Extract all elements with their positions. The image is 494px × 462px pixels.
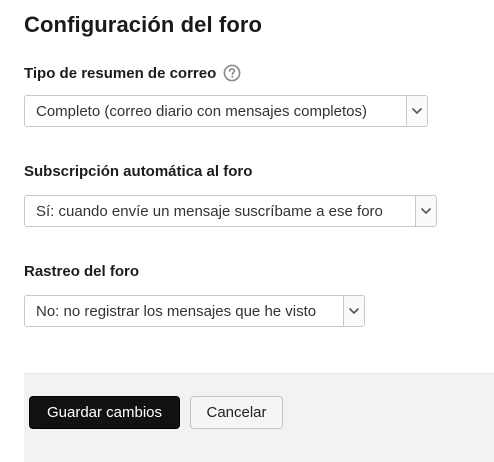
forum-tracking-select[interactable]: No: no registrar los mensajes que he vis… [24, 295, 365, 327]
auto-subscribe-label-row: Subscripción automática al foro [24, 163, 252, 180]
auto-subscribe-label: Subscripción automática al foro [24, 163, 253, 180]
email-digest-label-row: Tipo de resumen de correo [24, 64, 241, 82]
email-digest-label: Tipo de resumen de correo [24, 64, 217, 82]
forum-tracking-selected-value: No: no registrar los mensajes que he vis… [36, 302, 317, 320]
email-digest-selected-value: Completo (correo diario con mensajes com… [36, 102, 367, 120]
chevron-down-icon[interactable] [406, 96, 427, 126]
chevron-down-icon[interactable] [415, 196, 436, 226]
forum-settings-page: Configuración del foro Tipo de resumen d… [0, 0, 494, 462]
auto-subscribe-selected-value: Sí: cuando envíe un mensaje suscríbame a… [36, 202, 383, 220]
forum-tracking-label-row: Rastreo del foro [24, 263, 139, 280]
forum-tracking-label: Rastreo del foro [24, 263, 140, 280]
question-circle-icon[interactable] [223, 64, 241, 82]
cancel-button[interactable]: Cancelar [190, 396, 283, 429]
page-title: Configuración del foro [24, 12, 263, 37]
chevron-down-icon[interactable] [343, 296, 364, 326]
auto-subscribe-select[interactable]: Sí: cuando envíe un mensaje suscríbame a… [24, 195, 437, 227]
email-digest-select[interactable]: Completo (correo diario con mensajes com… [24, 95, 428, 127]
save-button[interactable]: Guardar cambios [29, 396, 180, 429]
